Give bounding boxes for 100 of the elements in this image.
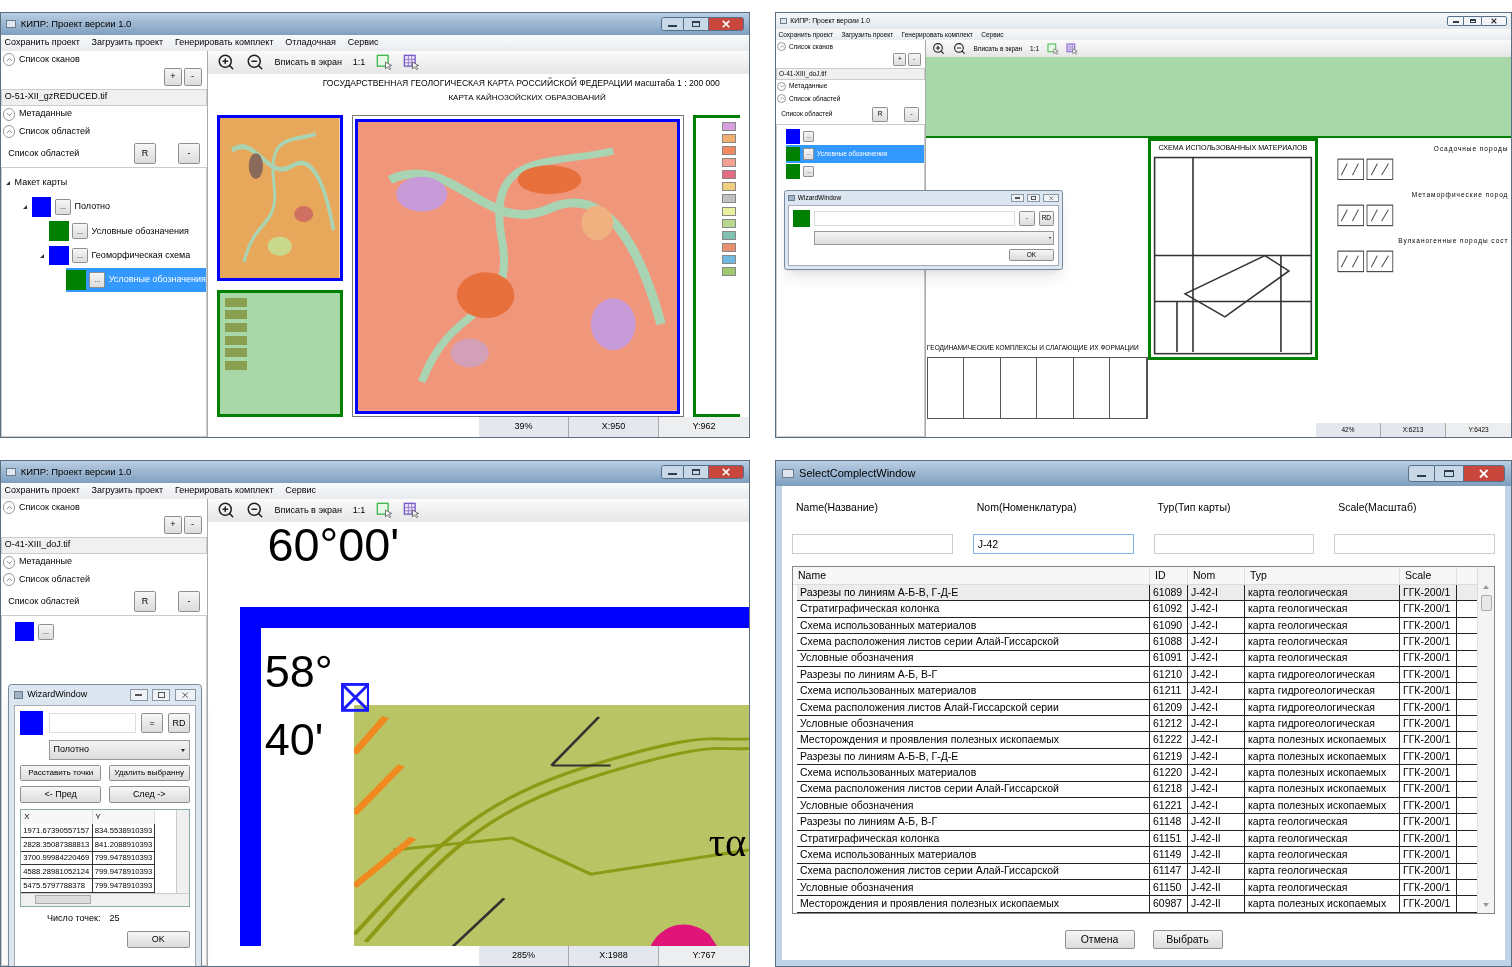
maximize-button[interactable] [1435,465,1463,482]
collapse-toggle[interactable] [2,501,16,514]
column-header[interactable]: Nom [1188,566,1245,584]
table-row[interactable]: Схема использованных материалов 61220 J-42-I карта полезных ископаемых ГГК-200/1 [797,765,1477,782]
table-row[interactable]: Схема использованных материалов 61149 J-42-II карта геологическая ГГК-200/1 [797,847,1477,864]
table-row[interactable]: Схема использованных материалов 61211 J-42-I карта гидрогеологическая ГГК-200/1 [797,683,1477,700]
menu-item[interactable]: Сервис [285,483,317,498]
maximize-button[interactable] [152,689,171,701]
filter-field[interactable] [792,533,953,554]
fit-to-screen-button[interactable]: Вписать в экран [274,55,342,70]
region-dropdown[interactable] [813,230,1055,246]
minimize-button[interactable] [1010,193,1024,203]
select-button[interactable]: Выбрать [1152,929,1223,949]
section-header[interactable]: Список областей [19,124,90,139]
section-header[interactable]: Список сканов [19,500,80,515]
expanded-triangle-icon[interactable] [23,204,28,209]
collapse-toggle[interactable] [2,53,16,66]
table-row[interactable]: Условные обозначения 61221 J-42-I карта полезных ископаемых ГГК-200/1 [797,798,1477,815]
menu-item[interactable]: Сервис [347,35,379,50]
expand-toggle[interactable] [2,107,16,121]
column-header[interactable]: Scale [1400,566,1457,584]
menu-item[interactable]: Отладочная [285,35,336,50]
scroll-thumb[interactable] [1480,594,1492,611]
column-header[interactable]: Name [793,566,1150,584]
menu-item[interactable]: Загрузить проект [91,35,164,50]
color-swatch[interactable] [20,711,44,735]
select-region-icon[interactable] [1046,42,1059,55]
color-swatch[interactable] [65,269,86,290]
minimize-button[interactable] [129,689,148,701]
maximize-button[interactable] [684,464,708,479]
table-row[interactable]: Месторождения и проявления полезных ископаемых 61222 J-42-I карта полезных ископаемых ГГК-200/1 [797,732,1477,749]
vertical-scrollbar[interactable] [1477,566,1494,913]
vertical-scrollbar[interactable] [176,809,189,893]
menu-item[interactable]: Сохранить проект [4,483,80,498]
add-button[interactable]: + [163,515,182,534]
select-region-icon[interactable] [376,54,393,71]
select-region-icon[interactable] [376,502,393,519]
tree-item[interactable]: Макет карты [14,171,206,195]
r-button[interactable]: R [134,590,156,613]
color-swatch[interactable] [786,146,801,162]
minimize-button[interactable] [660,464,685,479]
scroll-down-icon[interactable] [1483,902,1489,907]
add-button[interactable]: + [163,67,182,86]
zoom-out-icon[interactable] [952,42,966,56]
menu-item[interactable]: Генерировать комплект [174,483,274,498]
table-row[interactable]: Месторождения и проявления полезных ископаемых 60987 J-42-II карта полезных ископаемых ГГК-200/1 [797,896,1477,913]
map-canvas[interactable]: ГОСУДАРСТВЕННАЯ ГЕОЛОГИЧЕСКАЯ КАРТА РОССИЙСКОЙ ФЕДЕРАЦИИ масштаба 1 : 200 000 КАРТА КАЙНОЗОЙСКИХ ОБРАЗОВАНИЙ [208,74,749,418]
color-swatch[interactable] [14,621,35,642]
grid-select-icon[interactable] [403,54,420,71]
close-button[interactable] [707,16,744,31]
actual-size-button[interactable]: 1:1 [352,503,366,518]
action-button[interactable]: Расставить точки [20,765,102,781]
filter-field[interactable]: J-42 [972,533,1134,554]
scroll-up-icon[interactable] [1483,584,1489,589]
expand-toggle[interactable] [2,555,16,569]
section-header[interactable]: Метаданные [19,107,72,121]
scan-file-item[interactable]: O-41-XIII_doJ.tif [1,536,207,554]
rd-button[interactable]: RD [168,713,190,733]
maximize-button[interactable] [1464,15,1482,26]
expanded-triangle-icon[interactable] [6,181,11,186]
collapse-toggle[interactable] [777,41,787,51]
expand-toggle[interactable] [777,81,787,91]
next-button[interactable]: След -> [108,786,190,804]
ok-button[interactable]: OK [126,930,190,948]
close-button[interactable] [1481,15,1508,26]
name-input[interactable] [48,713,136,733]
remove-button[interactable]: - [178,142,200,165]
table-row[interactable]: Схема расположения листов серии Алай-Гиссарской 61088 J-42-I карта геологическая ГГК-200/1 [797,634,1477,651]
section-header[interactable]: Список сканов [19,52,80,67]
minimize-button[interactable] [1408,465,1436,482]
map-canvas[interactable]: 60°00' 58° 40' τα [208,522,749,947]
color-swatch[interactable] [786,129,801,144]
region-dropdown[interactable]: Полотно [48,740,190,760]
close-button[interactable] [707,464,744,479]
color-swatch[interactable] [786,164,801,179]
zoom-in-icon[interactable] [217,53,235,72]
collapse-toggle[interactable] [777,93,787,103]
collapse-toggle[interactable] [2,125,16,138]
menu-item[interactable]: Генерировать комплект [174,35,274,50]
grid-select-icon[interactable] [403,502,420,519]
color-swatch[interactable] [48,221,69,242]
scroll-thumb[interactable] [34,895,91,905]
color-swatch[interactable] [48,245,69,266]
remove-button[interactable]: - [183,67,202,86]
maximize-button[interactable] [684,16,708,31]
table-row[interactable]: Условные обозначения 61212 J-42-I карта гидрогеологическая ГГК-200/1 [797,716,1477,733]
zoom-in-icon[interactable] [217,501,235,520]
action-button[interactable]: Удалить выбранну [108,765,190,781]
column-header[interactable]: Typ [1245,566,1400,584]
collapse-toggle[interactable] [2,573,16,586]
close-button[interactable] [1462,465,1505,482]
legend-region-frame[interactable] [692,115,740,418]
name-input[interactable] [813,211,1016,226]
section-header[interactable]: Метаданные [19,555,72,569]
zoom-out-icon[interactable] [245,53,264,72]
previous-button[interactable]: <- Пред [20,786,102,804]
filter-field[interactable] [1334,533,1495,554]
actual-size-button[interactable]: 1:1 [352,55,366,70]
table-row[interactable]: Разрезы по линиям А-Б, В-Г 61148 J-42-II карта геологическая ГГК-200/1 [797,814,1477,831]
color-swatch[interactable] [31,197,52,217]
